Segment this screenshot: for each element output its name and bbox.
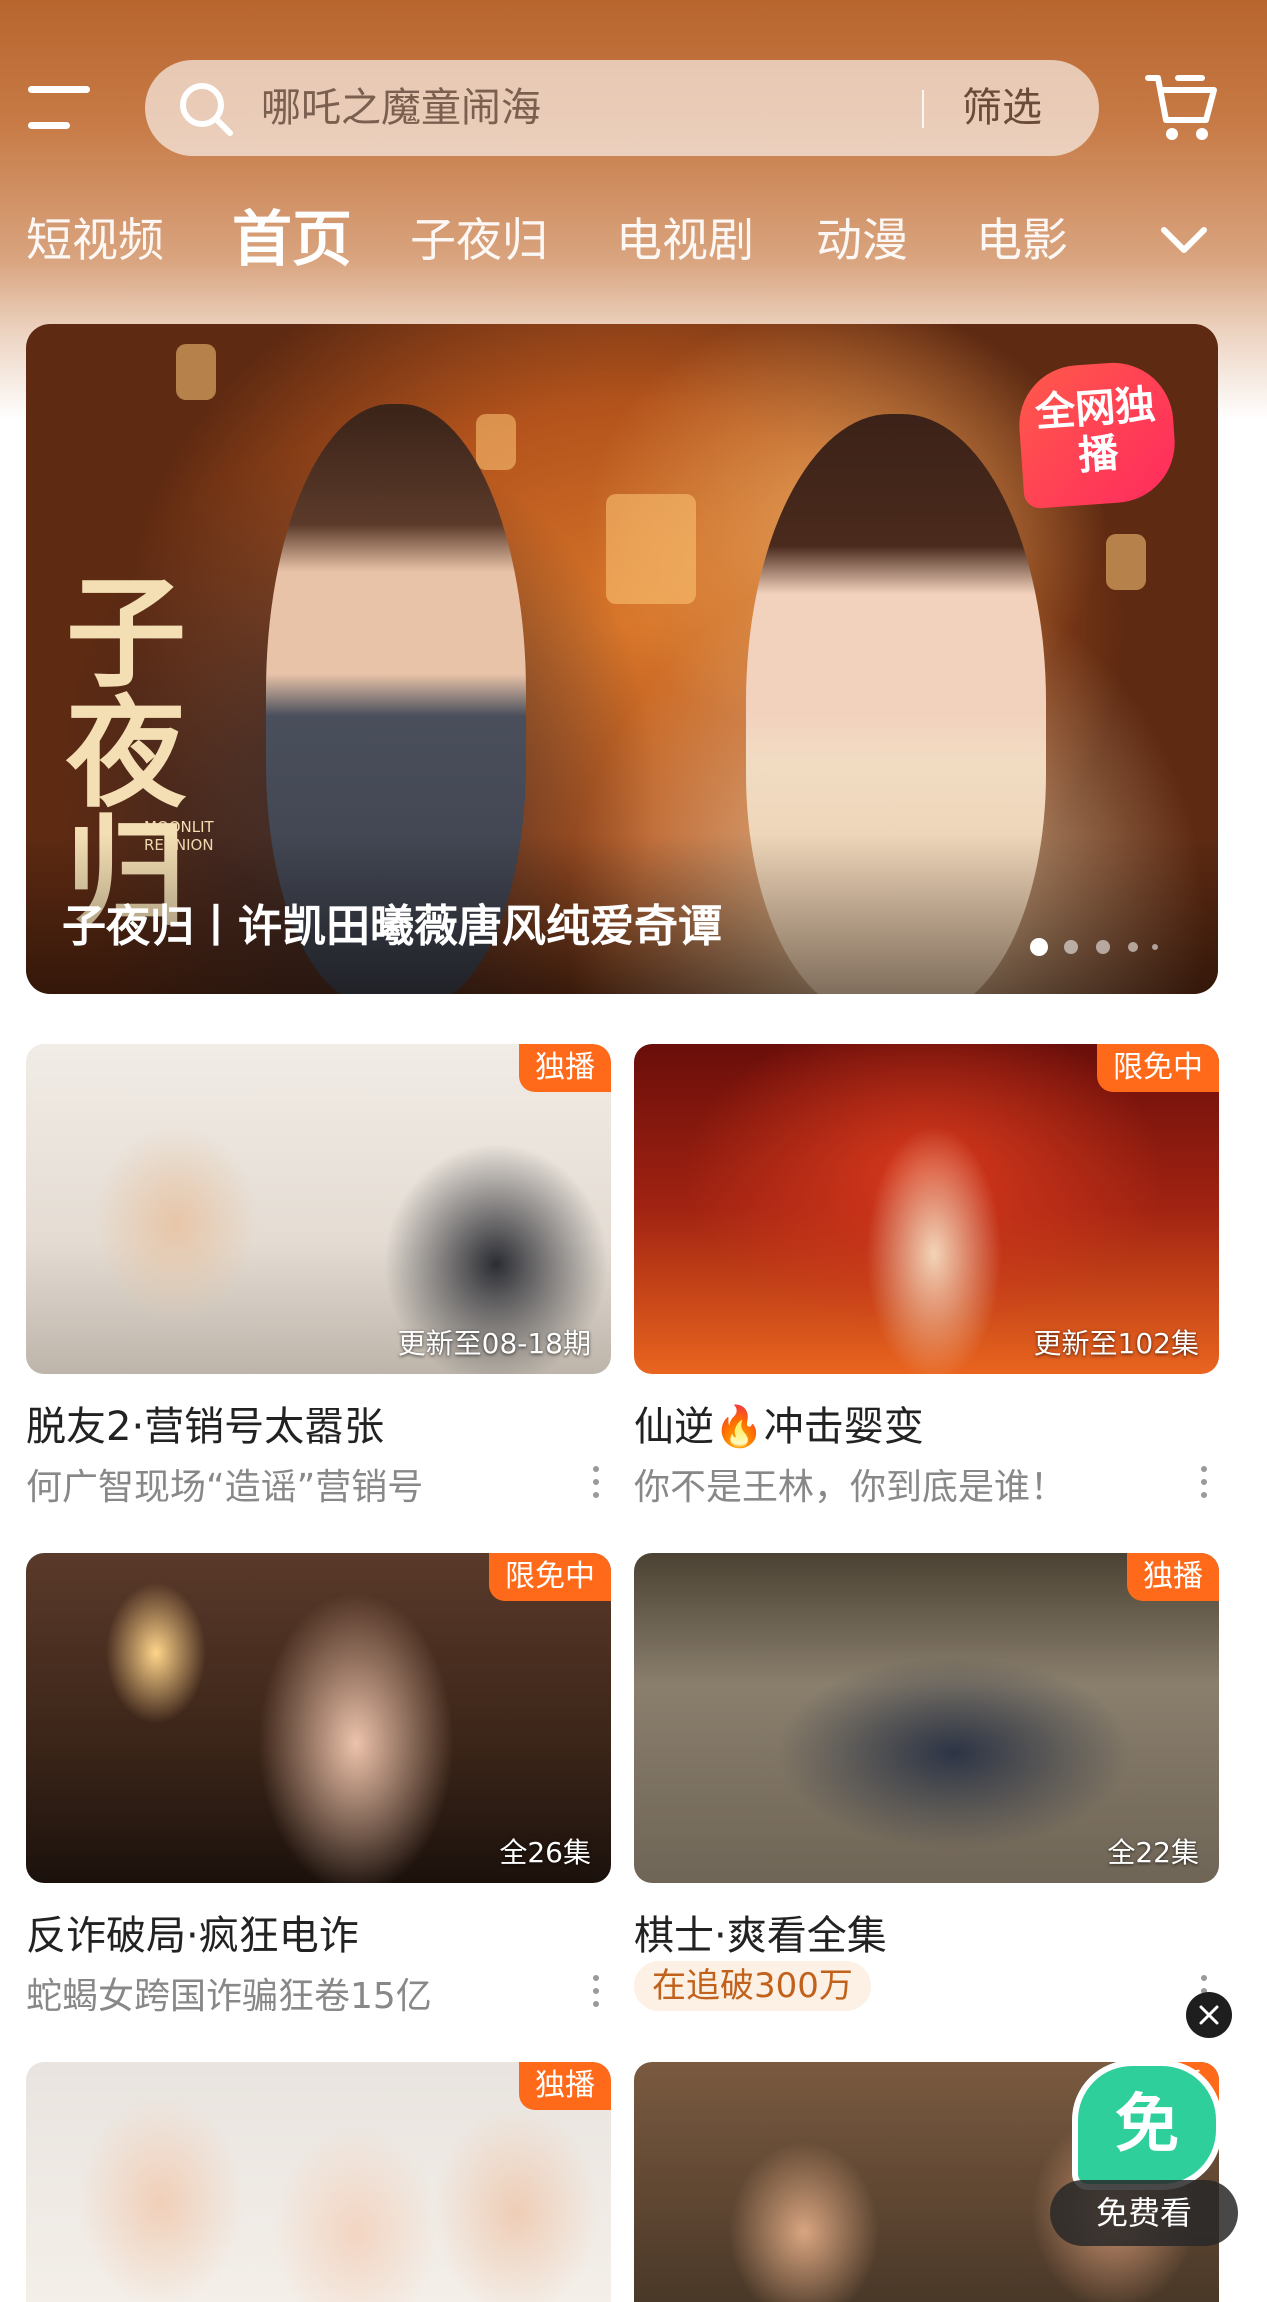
episode-status: 全26集 (499, 1836, 591, 1869)
exclusive-tag: 独播 (519, 1044, 611, 1092)
hero-banner[interactable]: 子夜归 MOONLIT REUNION 全网独播 子夜归丨许凯田曦薇唐风纯爱奇谭 (26, 324, 1218, 994)
tab-anime[interactable]: 动漫 (816, 200, 908, 280)
free-watch-button[interactable]: 免费看 (1050, 2180, 1238, 2246)
lantern-decoration (176, 344, 216, 400)
video-subtitle: 何广智现场“造谣”营销号 (26, 1467, 424, 1508)
exclusive-badge: 全网独播 (1015, 358, 1179, 510)
episode-status: 全22集 (1107, 1836, 1199, 1869)
episode-status: 更新至102集 (1033, 1327, 1199, 1360)
video-title[interactable]: 脱友2·营销号太嚣张 (26, 1394, 384, 1452)
video-thumbnail[interactable]: 独播 全22集 (634, 1553, 1219, 1883)
exclusive-tag: 独播 (519, 2062, 611, 2110)
chevron-down-icon[interactable] (1158, 218, 1210, 262)
free-watch-widget[interactable]: 免 免费看 (1050, 2060, 1240, 2290)
popularity-tag: 在追破300万 (634, 1961, 871, 2011)
video-subtitle: 你不是王林，你到底是谁！ (634, 1467, 1067, 1508)
close-x-glyph (1199, 2005, 1219, 2025)
search-divider (922, 90, 924, 128)
header: 哪吒之魔童闹海 筛选 短视频 首页 子夜归 电视剧 动漫 电影 (0, 0, 1267, 300)
menu-icon[interactable] (28, 82, 94, 134)
more-options-icon[interactable] (589, 1462, 603, 1502)
lantern-decoration (606, 494, 696, 604)
free-limited-tag: 限免中 (1097, 1044, 1219, 1092)
more-options-icon[interactable] (589, 1971, 603, 2011)
carousel-dot[interactable] (1064, 940, 1078, 954)
tab-short-video[interactable]: 短视频 (26, 200, 164, 280)
video-subtitle: 蛇蝎女跨国诈骗狂卷15亿 (26, 1976, 432, 2017)
more-options-icon[interactable] (1197, 1462, 1211, 1502)
tab-ziyegui[interactable]: 子夜归 (410, 200, 548, 280)
episode-status: 更新至08-18期 (397, 1327, 591, 1360)
search-input[interactable]: 哪吒之魔童闹海 (261, 60, 541, 156)
banner-caption: 子夜归丨许凯田曦薇唐风纯爱奇谭 (62, 901, 722, 952)
video-thumbnail[interactable]: 限免中 全26集 (26, 1553, 611, 1883)
tab-tv-series[interactable]: 电视剧 (616, 200, 754, 280)
carousel-dot[interactable] (1152, 944, 1158, 950)
carousel-dot[interactable] (1128, 942, 1138, 952)
search-icon (180, 83, 233, 136)
tab-home[interactable]: 首页 (232, 200, 352, 280)
search-bar[interactable]: 哪吒之魔童闹海 筛选 (145, 60, 1099, 156)
carousel-dot[interactable] (1096, 940, 1110, 954)
filter-button[interactable]: 筛选 (962, 60, 1042, 156)
video-title[interactable]: 棋士·爽看全集 (634, 1903, 887, 1961)
video-thumbnail[interactable]: 限免中 更新至102集 (634, 1044, 1219, 1374)
free-icon[interactable]: 免 (1072, 2060, 1222, 2190)
carousel-dot-active[interactable] (1030, 938, 1048, 956)
close-icon[interactable] (1186, 1992, 1232, 2038)
free-limited-tag: 限免中 (489, 1553, 611, 1601)
video-thumbnail[interactable]: 独播 (26, 2062, 611, 2302)
video-title[interactable]: 反诈破局·疯狂电诈 (26, 1903, 359, 1961)
cart-icon[interactable] (1144, 70, 1220, 146)
video-title[interactable]: 仙逆🔥冲击婴变 (634, 1394, 924, 1452)
video-thumbnail[interactable]: 独播 更新至08-18期 (26, 1044, 611, 1374)
channel-tabs: 短视频 首页 子夜归 电视剧 动漫 电影 (0, 200, 1267, 280)
exclusive-tag: 独播 (1127, 1553, 1219, 1601)
lantern-decoration (476, 414, 516, 470)
tab-movies[interactable]: 电影 (976, 200, 1068, 280)
lantern-decoration (1106, 534, 1146, 590)
